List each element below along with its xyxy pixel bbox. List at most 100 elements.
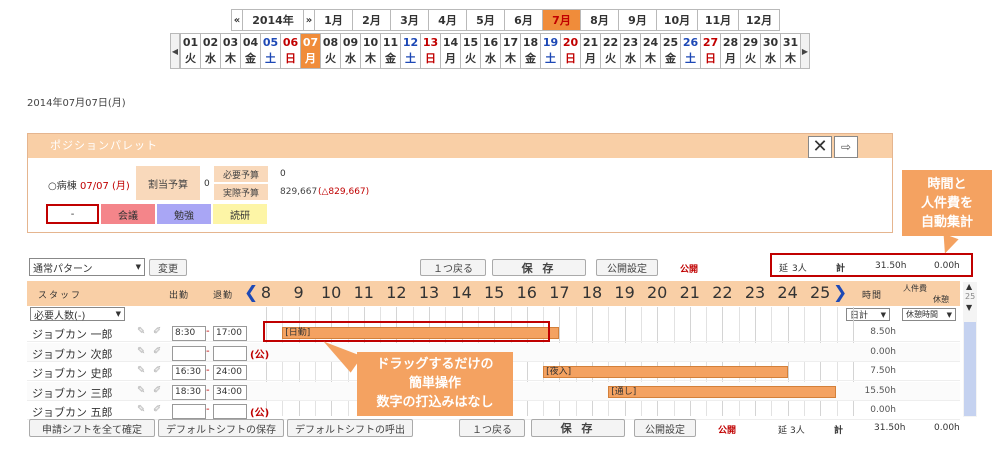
chevron-right-icon[interactable]: ❯: [833, 283, 847, 303]
month-6[interactable]: 6月: [504, 9, 543, 31]
save-default-button[interactable]: デフォルトシフトの保存: [158, 419, 284, 437]
day-number: 23: [622, 36, 639, 49]
day-08[interactable]: 08 火: [320, 33, 341, 69]
start-time-input[interactable]: [172, 345, 206, 361]
bottom-publish-settings-button[interactable]: 公開設定: [634, 419, 696, 437]
publish-settings-button[interactable]: 公開設定: [596, 259, 658, 276]
day-06[interactable]: 06 日: [280, 33, 301, 69]
day-09[interactable]: 09 水: [340, 33, 361, 69]
scroll-up-icon[interactable]: ▲: [966, 282, 972, 291]
start-time-input[interactable]: 16:30: [172, 365, 206, 380]
close-icon[interactable]: ✕: [808, 136, 832, 158]
undo-button[interactable]: １つ戻る: [420, 259, 486, 276]
month-12[interactable]: 12月: [738, 9, 780, 31]
end-time-input[interactable]: 24:00: [213, 365, 247, 380]
day-21[interactable]: 21 月: [580, 33, 601, 69]
day-24[interactable]: 24 木: [640, 33, 661, 69]
edit-icon[interactable]: ✎: [137, 385, 145, 396]
note-icon[interactable]: ✐: [153, 365, 161, 376]
day-03[interactable]: 03 木: [220, 33, 241, 69]
month-9[interactable]: 9月: [618, 9, 657, 31]
end-time-input[interactable]: 17:00: [213, 326, 247, 341]
export-icon[interactable]: ⇨: [834, 136, 858, 158]
day-15[interactable]: 15 火: [460, 33, 481, 69]
month-4[interactable]: 4月: [428, 9, 467, 31]
ward-date: 07/07 (月): [80, 181, 130, 192]
edit-icon[interactable]: ✎: [137, 346, 145, 357]
end-time-input[interactable]: [213, 345, 247, 361]
day-17[interactable]: 17 木: [500, 33, 521, 69]
shift-bar[interactable]: [通し]: [608, 385, 836, 398]
scroll-down-icon[interactable]: ▼: [966, 303, 972, 312]
day-16[interactable]: 16 水: [480, 33, 501, 69]
start-time-input[interactable]: 8:30: [172, 326, 206, 341]
day-28[interactable]: 28 月: [720, 33, 741, 69]
bottom-save-button[interactable]: 保 存: [531, 419, 625, 437]
scrollbar-thumb[interactable]: [964, 322, 976, 416]
confirm-all-button[interactable]: 申請シフトを全て確定: [29, 419, 155, 437]
month-3[interactable]: 3月: [390, 9, 429, 31]
edit-icon[interactable]: ✎: [137, 404, 145, 415]
day-14[interactable]: 14 月: [440, 33, 461, 69]
bottom-total-hours: 31.50h: [874, 423, 906, 433]
month-1[interactable]: 1月: [314, 9, 353, 31]
chip-meeting[interactable]: 会議: [101, 204, 155, 224]
month-8[interactable]: 8月: [580, 9, 619, 31]
month-7[interactable]: 7月: [542, 9, 581, 31]
day-10[interactable]: 10 木: [360, 33, 381, 69]
start-time-input[interactable]: [172, 404, 206, 419]
row-hours: 8.50h: [870, 327, 896, 337]
actual-value: 829,667: [280, 187, 318, 197]
hour-label: 13: [418, 283, 440, 302]
next-day-icon[interactable]: ▶: [800, 33, 810, 69]
chip-none[interactable]: -: [46, 204, 99, 224]
day-31[interactable]: 31 木: [780, 33, 801, 69]
day-20[interactable]: 20 日: [560, 33, 581, 69]
prev-day-icon[interactable]: ◀: [170, 33, 180, 69]
end-time-input[interactable]: [213, 404, 247, 419]
note-icon[interactable]: ✐: [153, 346, 161, 357]
day-07[interactable]: 07 月: [300, 33, 321, 69]
day-23[interactable]: 23 水: [620, 33, 641, 69]
shift-bar[interactable]: [夜入]: [543, 366, 788, 378]
day-18[interactable]: 18 金: [520, 33, 541, 69]
change-button[interactable]: 変更: [149, 259, 187, 276]
hour-label: 17: [549, 283, 570, 302]
day-11[interactable]: 11 金: [380, 33, 401, 69]
note-icon[interactable]: ✐: [153, 404, 161, 415]
start-time-input[interactable]: 18:30: [172, 384, 206, 400]
note-icon[interactable]: ✐: [153, 326, 161, 337]
day-22[interactable]: 22 火: [600, 33, 621, 69]
month-5[interactable]: 5月: [466, 9, 505, 31]
day-02[interactable]: 02 水: [200, 33, 221, 69]
load-default-button[interactable]: デフォルトシフトの呼出: [287, 419, 413, 437]
month-10[interactable]: 10月: [656, 9, 698, 31]
day-26[interactable]: 26 土: [680, 33, 701, 69]
edit-icon[interactable]: ✎: [137, 326, 145, 337]
chip-reading[interactable]: 読研: [213, 204, 267, 224]
pattern-select[interactable]: 通常パターン ▼: [29, 258, 145, 276]
day-05[interactable]: 05 土: [260, 33, 281, 69]
day-25[interactable]: 25 金: [660, 33, 681, 69]
day-number: 29: [742, 36, 759, 49]
day-01[interactable]: 01 火: [180, 33, 201, 69]
hour-label: 9: [293, 283, 304, 302]
month-11[interactable]: 11月: [697, 9, 739, 31]
day-04[interactable]: 04 金: [240, 33, 261, 69]
day-13[interactable]: 13 日: [420, 33, 441, 69]
day-19[interactable]: 19 土: [540, 33, 561, 69]
end-time-input[interactable]: 34:00: [213, 384, 247, 400]
chip-study[interactable]: 勉強: [157, 204, 211, 224]
hour-label: 16: [516, 283, 537, 302]
day-29[interactable]: 29 火: [740, 33, 761, 69]
day-27[interactable]: 27 日: [700, 33, 721, 69]
bottom-undo-button[interactable]: １つ戻る: [459, 419, 525, 437]
day-12[interactable]: 12 土: [400, 33, 421, 69]
day-30[interactable]: 30 水: [760, 33, 781, 69]
break-select[interactable]: 休憩時間 ▼: [902, 308, 956, 321]
month-2[interactable]: 2月: [352, 9, 391, 31]
edit-icon[interactable]: ✎: [137, 365, 145, 376]
save-button[interactable]: 保 存: [492, 259, 586, 276]
note-icon[interactable]: ✐: [153, 385, 161, 396]
required-count-select[interactable]: 必要人数(-) ▼: [30, 307, 125, 322]
